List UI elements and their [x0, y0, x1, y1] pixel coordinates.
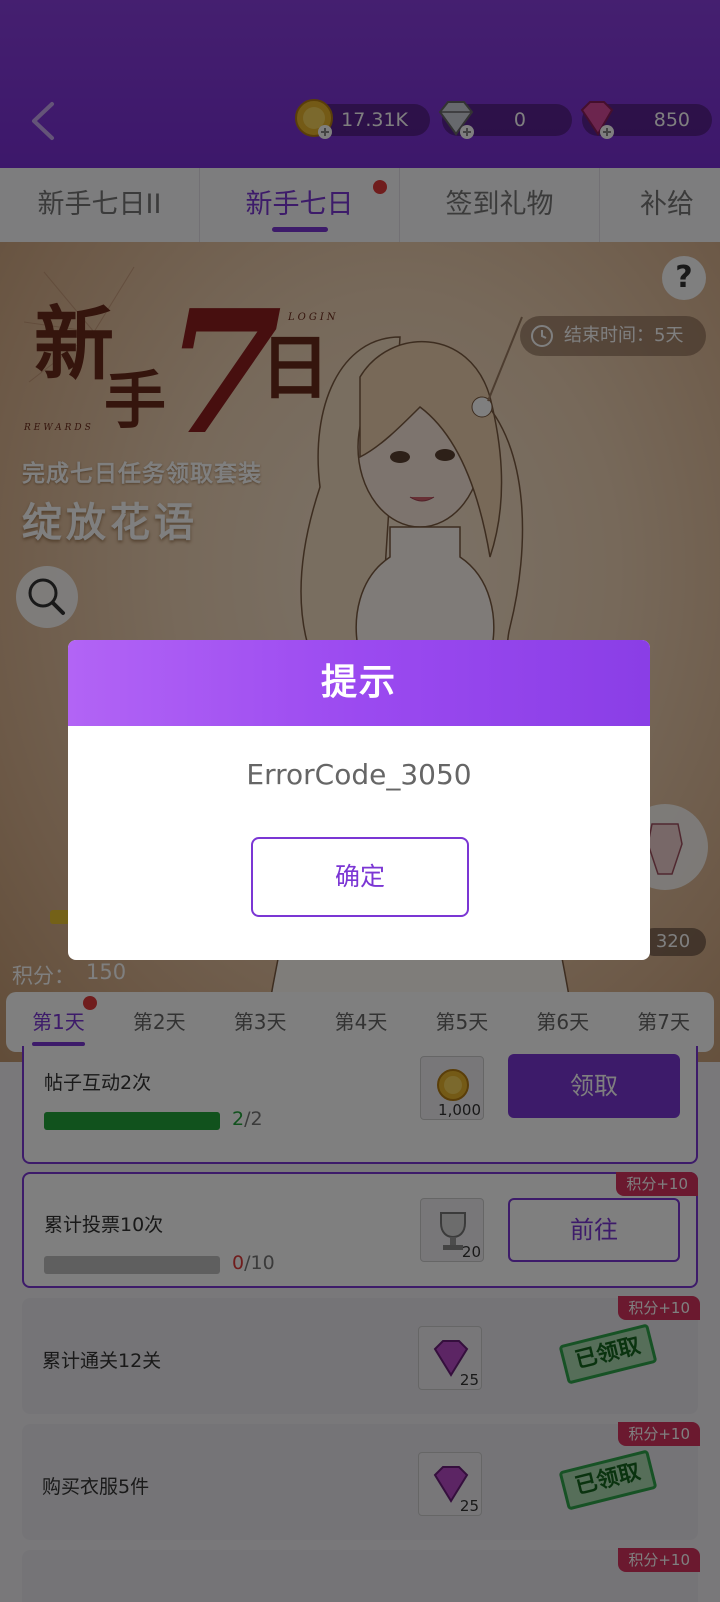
dialog-message: ErrorCode_3050: [246, 758, 472, 791]
alert-dialog: 提示 ErrorCode_3050 确定: [68, 640, 650, 960]
dialog-title: 提示: [68, 640, 650, 726]
confirm-button[interactable]: 确定: [251, 837, 469, 917]
confirm-label: 确定: [334, 862, 385, 891]
